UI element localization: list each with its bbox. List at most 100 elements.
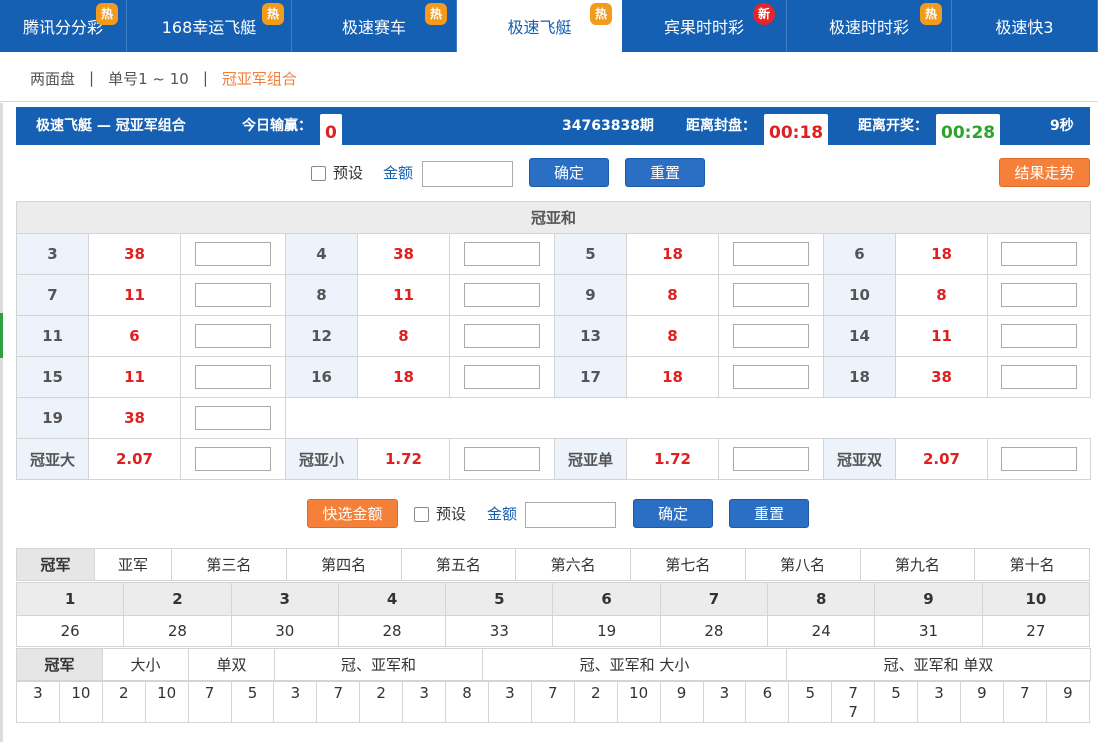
- tab-4[interactable]: 宾果时时彩新: [622, 0, 787, 52]
- close-countdown: 00:18: [764, 114, 829, 152]
- rank-tab-9[interactable]: 第九名: [859, 548, 976, 581]
- subnav-champion-combo[interactable]: 冠亚军组合: [222, 68, 297, 89]
- bet-option-label: 13: [554, 315, 627, 357]
- rank-tab-10[interactable]: 第十名: [974, 548, 1090, 581]
- bet-amount-cell: [180, 356, 286, 398]
- tab-label: 极速赛车: [341, 18, 406, 37]
- rank-tab-3[interactable]: 第三名: [171, 548, 287, 581]
- tab-label: 极速快3: [995, 18, 1054, 37]
- bet-amount-cell: [986, 315, 1092, 357]
- tab-label: 腾讯分分彩: [22, 18, 103, 37]
- bet-amount-input[interactable]: [195, 242, 271, 266]
- bet-amount-input[interactable]: [733, 242, 809, 266]
- preset-checkbox[interactable]: [311, 166, 326, 181]
- tab-6[interactable]: 极速快3: [952, 0, 1098, 52]
- reset-button-bottom[interactable]: 重置: [729, 499, 809, 528]
- trend-tab-0[interactable]: 冠军: [16, 648, 103, 681]
- bet-amount-input[interactable]: [1001, 283, 1078, 307]
- bet-amount-input[interactable]: [464, 447, 540, 471]
- rank-tab-8[interactable]: 第八名: [744, 548, 861, 581]
- odds-table-title: 冠亚和: [15, 201, 1092, 234]
- bet-amount-input[interactable]: [464, 365, 540, 389]
- odds-value: 2.07: [88, 438, 181, 480]
- history-cell: 2: [573, 681, 618, 723]
- rank-tab-2[interactable]: 亚军: [94, 548, 172, 581]
- bet-amount-input[interactable]: [1001, 365, 1078, 389]
- new-badge: 新: [753, 3, 775, 25]
- bet-amount-input[interactable]: [464, 283, 540, 307]
- bet-amount-cell: [180, 315, 286, 357]
- bet-amount-input[interactable]: [195, 406, 271, 430]
- rank-tab-6[interactable]: 第六名: [515, 548, 631, 581]
- odds-value: 2.07: [895, 438, 988, 480]
- rank-tab-1[interactable]: 冠军: [16, 548, 95, 581]
- stat-count: 33: [445, 615, 554, 647]
- subnav-two-sides[interactable]: 两面盘: [30, 68, 75, 89]
- rank-tab-5[interactable]: 第五名: [400, 548, 517, 581]
- rank-tab-7[interactable]: 第七名: [630, 548, 746, 581]
- amount-input-bottom[interactable]: [525, 502, 616, 528]
- hot-badge: 热: [262, 3, 284, 25]
- bet-amount-input[interactable]: [195, 365, 271, 389]
- stat-count: 28: [337, 615, 447, 647]
- quick-amount-button[interactable]: 快选金额: [307, 499, 398, 528]
- number-stats-table: 1 2 3 4 5 6 7 8 9 10 26 28 30 28 33 19 28 24 31 27: [15, 582, 1091, 647]
- bet-amount-input[interactable]: [733, 447, 809, 471]
- bet-option-label: 9: [554, 274, 627, 316]
- seconds-remaining: 9秒: [1050, 118, 1074, 134]
- bet-amount-cell: [718, 274, 824, 316]
- trend-tab-3[interactable]: 冠、亚军和: [274, 648, 483, 681]
- reset-button[interactable]: 重置: [625, 158, 705, 187]
- rank-tab-4[interactable]: 第四名: [285, 548, 402, 581]
- result-trend-button[interactable]: 结果走势: [999, 158, 1090, 187]
- history-cell: 9: [959, 681, 1004, 723]
- trend-tab-4[interactable]: 冠、亚军和 大小: [482, 648, 787, 681]
- bet-option-label: 冠亚单: [554, 438, 627, 480]
- bet-amount-input[interactable]: [733, 324, 809, 348]
- tab-1[interactable]: 168幸运飞艇热: [127, 0, 292, 52]
- bet-amount-input[interactable]: [1001, 447, 1078, 471]
- game-title: 极速飞艇 — 冠亚军组合: [36, 118, 186, 134]
- preset-label: 预设: [333, 164, 364, 182]
- stat-number: 1: [15, 582, 125, 616]
- trend-history-row: 3 10 2 10 7 5 3 7 2 3 8 3 7 2 10 9 3 6 5 7 753979: [16, 681, 1091, 723]
- bet-amount-cell: [180, 397, 286, 439]
- confirm-button[interactable]: 确定: [529, 158, 609, 187]
- bet-amount-input[interactable]: [733, 283, 809, 307]
- bet-amount-input[interactable]: [733, 365, 809, 389]
- bet-amount-input[interactable]: [195, 283, 271, 307]
- history-cell: 3: [402, 681, 447, 723]
- tab-0[interactable]: 腾讯分分彩热: [0, 0, 127, 52]
- bet-amount-cell: [718, 356, 824, 398]
- preset-checkbox-bottom[interactable]: [414, 507, 429, 522]
- amount-input[interactable]: [422, 161, 513, 187]
- bet-amount-input[interactable]: [464, 242, 540, 266]
- tab-3[interactable]: 极速飞艇热: [457, 0, 622, 52]
- history-cell: 6: [745, 681, 790, 723]
- bet-amount-cell: [718, 438, 824, 480]
- subnav-single-number[interactable]: 单号1 ~ 10: [108, 68, 189, 89]
- odds-value: 6: [88, 315, 181, 357]
- tab-2[interactable]: 极速赛车热: [292, 0, 457, 52]
- confirm-button-bottom[interactable]: 确定: [633, 499, 713, 528]
- amount-label: 金额: [383, 164, 414, 182]
- bet-amount-input[interactable]: [1001, 324, 1078, 348]
- bet-amount-cell: [449, 274, 555, 316]
- history-cell: 5: [874, 681, 919, 723]
- tab-5[interactable]: 极速时时彩热: [787, 0, 952, 52]
- stat-count: 30: [230, 615, 339, 647]
- bet-amount-input[interactable]: [195, 447, 271, 471]
- odds-value: 8: [626, 315, 719, 357]
- trend-tab-2[interactable]: 单双: [188, 648, 275, 681]
- trend-tab-5[interactable]: 冠、亚军和 单双: [786, 648, 1091, 681]
- bet-amount-input[interactable]: [195, 324, 271, 348]
- bet-amount-input[interactable]: [1001, 242, 1078, 266]
- bet-option-label: 19: [16, 397, 89, 439]
- trend-tab-1[interactable]: 大小: [102, 648, 189, 681]
- bet-option-label: 18: [823, 356, 896, 398]
- bet-amount-cell: [449, 315, 555, 357]
- stat-count: 24: [767, 615, 876, 647]
- bet-option-label: 6: [823, 233, 896, 275]
- subnav-separator: |: [202, 69, 208, 87]
- bet-amount-input[interactable]: [464, 324, 540, 348]
